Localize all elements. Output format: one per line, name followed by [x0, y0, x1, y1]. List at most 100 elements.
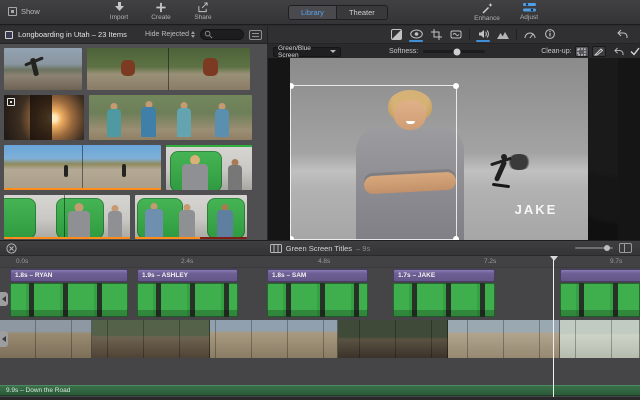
- greenscreen-clip-ryan[interactable]: [10, 283, 128, 317]
- adjust-button[interactable]: Adjust: [514, 2, 544, 22]
- project-title: Green Screen Titles: [286, 244, 352, 253]
- title-clip-sam[interactable]: 1.8s – SAM: [267, 269, 368, 282]
- timeline-ruler[interactable]: 0.0s 2.4s 4.8s 7.2s 9.7s: [0, 256, 640, 268]
- viewer-adjust-bar: [268, 26, 640, 44]
- adjust-tool-group: Enhance Adjust: [472, 2, 544, 22]
- crop-selection-rect[interactable]: [290, 85, 457, 240]
- browser-header: Longboarding in Utah – 23 Items Hide Rej…: [0, 26, 268, 44]
- checkmark-icon: [630, 47, 640, 56]
- thumbnail-appearance-button[interactable]: [619, 243, 632, 253]
- clip-info-button[interactable]: [540, 27, 560, 42]
- viewer: JAKE: [268, 58, 640, 240]
- cleanup-eraser-button[interactable]: [592, 46, 606, 57]
- event-icon: [5, 31, 13, 39]
- cleanup-crop-icon: [577, 48, 586, 56]
- crop-button[interactable]: [426, 27, 446, 43]
- color-correction-button[interactable]: [406, 27, 426, 42]
- enhance-wand-icon: [481, 2, 493, 14]
- main-video-track[interactable]: [0, 320, 640, 358]
- adjust-sliders-icon: [523, 2, 536, 13]
- crop-icon: [431, 29, 442, 40]
- timeline-zoom-slider[interactable]: [575, 247, 613, 249]
- clip-thumbnail-group-walking[interactable]: [89, 95, 252, 140]
- clip-thumbnail-greenscreen-jake[interactable]: [166, 145, 252, 190]
- filter-dropdown-icon: [191, 31, 195, 38]
- show-icon: [8, 7, 17, 16]
- greenscreen-clip-jake[interactable]: [393, 283, 495, 317]
- greenscreen-clip-partial[interactable]: [560, 283, 640, 317]
- search-input[interactable]: [200, 29, 244, 40]
- color-balance-icon: [391, 29, 402, 40]
- create-button[interactable]: Create: [146, 2, 176, 21]
- selection-handle[interactable]: [290, 83, 294, 89]
- title-clip-ryan[interactable]: 1.8s – RYAN: [10, 269, 128, 282]
- overlay-mode-value: Green/Blue Screen: [278, 45, 330, 59]
- cleanup-label: Clean-up:: [541, 48, 571, 55]
- greenscreen-clip-sam[interactable]: [267, 283, 368, 317]
- clip-appearance-button[interactable]: [249, 30, 262, 40]
- stabilization-button[interactable]: [446, 27, 466, 42]
- undo-icon: [617, 29, 628, 39]
- volume-button[interactable]: [473, 27, 493, 42]
- project-info: Green Screen Titles – 9s: [0, 244, 640, 253]
- ruler-label: 7.2s: [484, 258, 496, 265]
- project-duration: – 9s: [356, 244, 370, 253]
- background-trees: [588, 58, 618, 240]
- stabilization-icon: [450, 29, 462, 39]
- ruler-label: 0.0s: [16, 258, 28, 265]
- clip-thumbnail-skater-trick[interactable]: [4, 48, 82, 90]
- undo-icon: [614, 47, 624, 56]
- title-clip-jake[interactable]: 1.7s – JAKE: [393, 269, 495, 282]
- softness-slider-knob[interactable]: [454, 48, 461, 55]
- enhance-button[interactable]: Enhance: [472, 2, 502, 22]
- favorite-marker: [135, 237, 200, 239]
- adjust-label: Adjust: [520, 14, 538, 21]
- hide-rejected-label: Hide Rejected: [145, 31, 189, 38]
- softness-slider[interactable]: [423, 50, 485, 53]
- color-correction-icon: [410, 29, 423, 39]
- share-label: Share: [194, 14, 211, 21]
- clip-thumbnail-road-riders[interactable]: [4, 145, 161, 190]
- reset-adjustments-button[interactable]: [612, 27, 632, 42]
- clip-thumbnail-greenscreen-trio[interactable]: [135, 195, 247, 239]
- top-toolbar: Show Import Create Share Library Theater: [0, 0, 640, 25]
- create-label: Create: [151, 14, 171, 21]
- create-icon: [155, 2, 167, 13]
- reset-overlay-button[interactable]: [614, 47, 624, 56]
- import-button[interactable]: Import: [104, 2, 134, 21]
- tab-theater[interactable]: Theater: [337, 6, 387, 19]
- noise-reduction-icon: [497, 30, 509, 39]
- clip-trim-handle[interactable]: [0, 292, 8, 306]
- noise-reduction-button[interactable]: [493, 28, 513, 42]
- speed-button[interactable]: [520, 28, 540, 42]
- viewer-canvas[interactable]: JAKE: [290, 58, 618, 240]
- enhance-label: Enhance: [474, 15, 500, 22]
- ruler-label: 4.8s: [318, 258, 330, 265]
- clip-thumbnail-greenscreen-wide[interactable]: [4, 195, 130, 239]
- title-clip-partial[interactable]: [560, 269, 640, 282]
- import-icon: [113, 2, 126, 13]
- search-icon: [204, 30, 213, 39]
- cleanup-eraser-icon: [594, 47, 603, 56]
- clip-thumbnail-sun-flare[interactable]: [4, 95, 84, 140]
- greenscreen-clip-ashley[interactable]: [137, 283, 238, 317]
- share-button[interactable]: Share: [188, 2, 218, 21]
- hide-rejected-filter[interactable]: Hide Rejected: [145, 31, 195, 38]
- playhead[interactable]: [553, 256, 554, 397]
- title-clip-ashley[interactable]: 1.9s – ASHLEY: [137, 269, 238, 282]
- clip-thumbnail-longboard-crouch[interactable]: [87, 48, 250, 90]
- show-button[interactable]: Show: [8, 7, 40, 16]
- ruler-label: 2.4s: [181, 258, 193, 265]
- apply-button[interactable]: [630, 47, 640, 56]
- color-balance-button[interactable]: [386, 27, 406, 43]
- favorite-marker: [4, 237, 130, 239]
- overlay-mode-dropdown[interactable]: Green/Blue Screen: [273, 47, 341, 57]
- selection-handle[interactable]: [453, 83, 459, 89]
- clip-trim-handle[interactable]: [0, 331, 8, 347]
- background-music-clip[interactable]: 9.9s – Down the Road: [0, 385, 640, 396]
- cleanup-crop-button[interactable]: [575, 46, 589, 57]
- zoom-slider-knob[interactable]: [604, 245, 610, 251]
- tab-library[interactable]: Library: [289, 6, 337, 19]
- show-label: Show: [21, 7, 40, 16]
- filmstrip-icon: [270, 244, 282, 253]
